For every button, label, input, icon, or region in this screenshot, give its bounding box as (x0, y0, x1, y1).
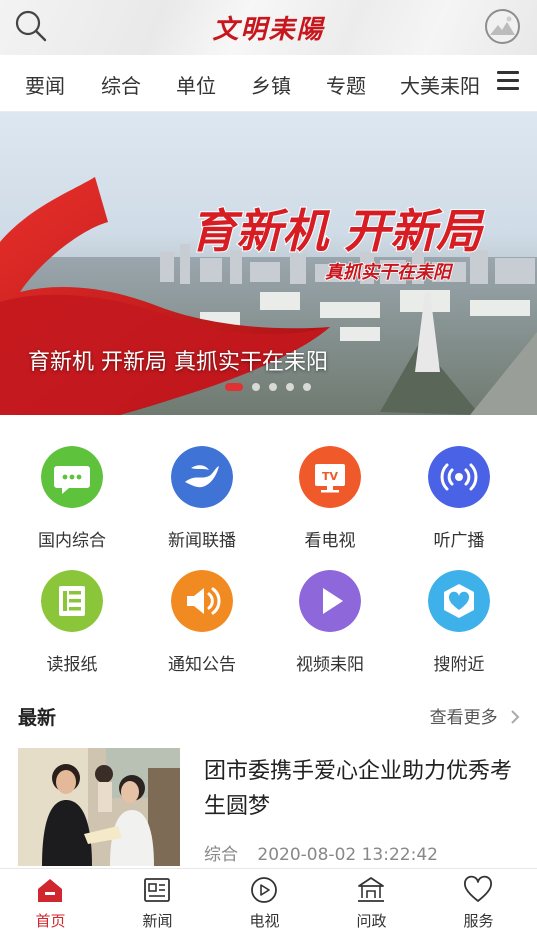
tv-icon: TV (299, 446, 361, 508)
carousel-dot[interactable] (286, 383, 294, 391)
section-title-latest: 最新 (18, 707, 57, 729)
news-meta: 综合 2020-08-02 13:22:42 (204, 840, 438, 865)
grid-label: 听广播 (433, 531, 485, 551)
category-tabs: 要闻 综合 单位 乡镇 专题 大美耒阳 (0, 55, 537, 112)
newspaper-icon (41, 570, 103, 632)
grid-label: 通知公告 (168, 655, 236, 675)
nav-tv[interactable]: 电视 (211, 869, 318, 932)
mountain-icon (490, 16, 515, 35)
speaker-icon (171, 570, 233, 632)
avatar[interactable] (485, 9, 520, 44)
banner-headline-sub: 真抓实干在耒阳 (325, 262, 454, 283)
heart-shield-icon (428, 570, 490, 632)
news-icon (144, 878, 170, 902)
news-category: 综合 (204, 845, 238, 865)
tab-zonghe[interactable]: 综合 (101, 70, 141, 99)
tab-xiangzhen[interactable]: 乡镇 (251, 70, 291, 99)
tab-yaowen[interactable]: 要闻 (25, 70, 65, 99)
banner-carousel[interactable]: 育新机 开新局 真抓实干在耒阳 育新机 开新局 真抓实干在耒阳 (0, 112, 537, 415)
svg-text:TV: TV (322, 470, 339, 483)
news-timestamp: 2020-08-02 13:22:42 (257, 845, 438, 865)
government-icon (358, 877, 384, 902)
carousel-dot[interactable] (252, 383, 260, 391)
grid-label: 搜附近 (433, 655, 485, 675)
wave-swoosh-icon (171, 446, 233, 508)
chevron-right-icon (511, 710, 520, 724)
nav-label: 服务 (463, 912, 494, 930)
news-list-item[interactable]: 团市委携手爱心企业助力优秀考生圆梦 综合 2020-08-02 13:22:42 (0, 748, 537, 868)
home-icon (38, 879, 62, 902)
news-thumbnail (18, 748, 180, 866)
carousel-dot[interactable] (269, 383, 277, 391)
tab-danwei[interactable]: 单位 (176, 70, 216, 99)
nav-news[interactable]: 新闻 (104, 869, 211, 932)
tab-dameileiyang[interactable]: 大美耒阳 (400, 70, 482, 98)
top-bar: 文明耒陽 (0, 0, 537, 55)
carousel-dot[interactable] (225, 383, 243, 391)
news-title: 团市委携手爱心企业助力优秀考生圆梦 (204, 759, 513, 819)
view-more-label: 查看更多 (429, 708, 498, 728)
nav-service[interactable]: 服务 (425, 869, 532, 932)
heart-icon (464, 875, 492, 902)
nav-label: 首页 (35, 912, 66, 930)
app-logo: 文明耒陽 (212, 15, 325, 45)
carousel-dot[interactable] (303, 383, 311, 391)
nav-label: 问政 (356, 912, 387, 930)
grid-label: 视频耒阳 (296, 655, 364, 675)
nav-wenzheng[interactable]: 问政 (318, 869, 425, 932)
bottom-navigation: 首页 新闻 电视 问政 服务 (0, 868, 537, 931)
play-icon (299, 570, 361, 632)
banner-caption: 育新机 开新局 真抓实干在耒阳 (28, 350, 328, 375)
tv-play-icon (251, 877, 277, 903)
banner-headline-big: 育新机 开新局 (190, 204, 485, 258)
nav-label: 新闻 (142, 912, 173, 930)
grid-label: 读报纸 (46, 655, 98, 675)
grid-label: 国内综合 (38, 531, 106, 551)
grid-label: 看电视 (304, 531, 356, 551)
tab-label: 大美耒阳 (400, 74, 480, 98)
tab-zhuanti[interactable]: 专题 (326, 70, 366, 99)
grid-label: 新闻联播 (168, 531, 236, 551)
radio-broadcast-icon (428, 446, 490, 508)
nav-label: 电视 (249, 912, 280, 930)
chat-bubble-icon (41, 446, 103, 508)
nav-home[interactable]: 首页 (0, 869, 104, 932)
menu-icon[interactable] (497, 71, 519, 95)
view-more-link[interactable]: 查看更多 (430, 703, 521, 728)
